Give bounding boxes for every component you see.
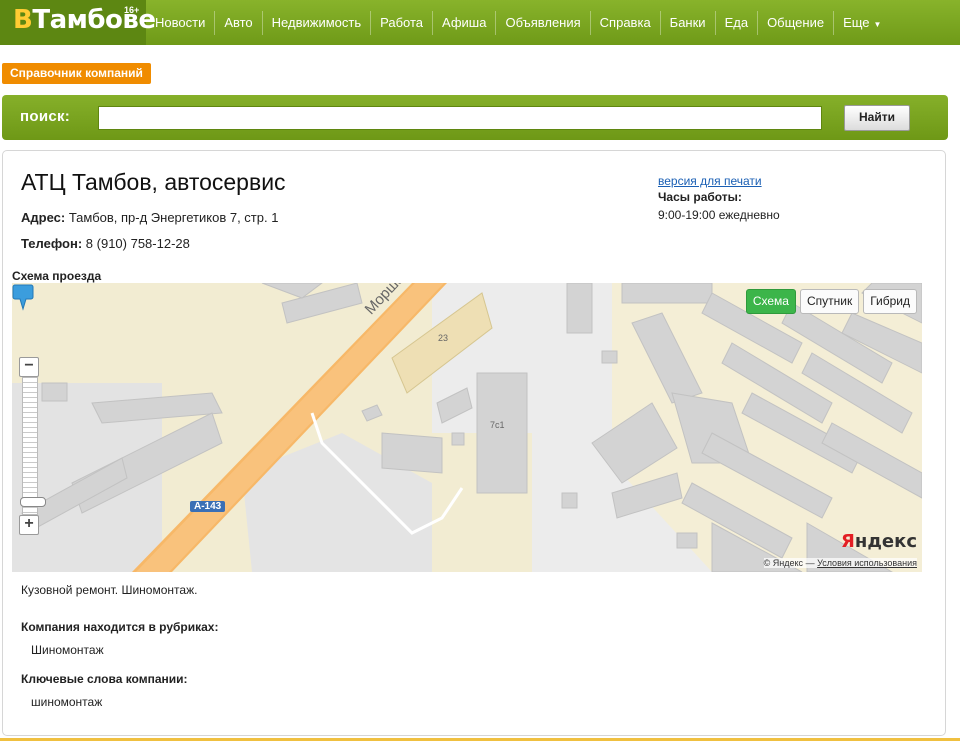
road-badge: А-143 [190, 501, 226, 512]
age-rating-badge: 16+ [124, 5, 140, 15]
terms-of-use-link[interactable]: Условия использования [817, 558, 917, 568]
hours-label: Часы работы: [658, 190, 742, 204]
address-value: Тамбов, пр-д Энергетиков 7, стр. 1 [68, 210, 279, 225]
zoom-out-button[interactable]: − [19, 357, 39, 377]
map-copyright: © Яндекс — Условия использования [763, 558, 917, 568]
nav-item-social[interactable]: Общение [757, 10, 833, 35]
print-version-link[interactable]: версия для печати [658, 174, 762, 188]
nav-item-banks[interactable]: Банки [659, 10, 715, 35]
zoom-slider-track[interactable] [20, 377, 46, 515]
search-button[interactable]: Найти [844, 105, 910, 131]
chevron-down-icon: ▼ [873, 19, 882, 29]
nav-item-realty[interactable]: Недвижимость [261, 10, 370, 35]
main-nav: Новости Авто Недвижимость Работа Афиша О… [146, 0, 890, 45]
yandex-logo: Яндекс [841, 531, 917, 552]
nav-item-auto[interactable]: Авто [214, 10, 261, 35]
phone-label: Телефон: [21, 236, 83, 251]
company-card: АТЦ Тамбов, автосервис Адрес: Тамбов, пр… [2, 150, 946, 736]
nav-item-events[interactable]: Афиша [432, 10, 495, 35]
rubric-item[interactable]: Шиномонтаж [31, 643, 104, 657]
address-label: Адрес: [21, 210, 66, 225]
zoom-slider-handle[interactable] [20, 497, 46, 507]
search-bar: поиск: Найти [2, 95, 948, 140]
phone-value: 8 (910) 758-12-28 [85, 236, 190, 251]
company-title: АТЦ Тамбов, автосервис [21, 169, 286, 195]
nav-item-food[interactable]: Еда [714, 10, 758, 35]
company-phone: Телефон: 8 (910) 758-12-28 [21, 236, 190, 251]
nav-item-reference[interactable]: Справка [589, 10, 660, 35]
house-number-7: 7с1 [490, 420, 505, 430]
map-tab-scheme[interactable]: Схема [745, 289, 796, 314]
keywords-title: Ключевые слова компании: [21, 672, 188, 686]
nav-item-classifieds[interactable]: Объявления [495, 10, 589, 35]
map-pin-icon[interactable] [12, 283, 34, 311]
company-description: Кузовной ремонт. Шиномонтаж. [21, 583, 198, 597]
company-address: Адрес: Тамбов, пр-д Энергетиков 7, стр. … [21, 210, 278, 225]
company-directory-link[interactable]: Справочник компаний [2, 63, 151, 84]
map-tab-satellite[interactable]: Спутник [799, 289, 860, 314]
map-type-switcher: Схема Спутник Гибрид [745, 289, 917, 314]
rubrics-title: Компания находится в рубриках: [21, 620, 219, 634]
hours-value: 9:00-19:00 ежедневно [658, 208, 780, 222]
nav-item-more[interactable]: Еще ▼ [833, 10, 890, 35]
zoom-in-button[interactable]: + [19, 515, 39, 535]
map-section-title: Схема проезда [12, 269, 102, 283]
map-canvas [12, 283, 922, 572]
map-tab-hybrid[interactable]: Гибрид [863, 289, 917, 314]
search-label: поиск: [20, 108, 71, 125]
nav-more-label: Еще [843, 14, 870, 30]
site-logo[interactable]: ВТамбове 16+ [0, 0, 156, 45]
top-navbar: ВТамбове 16+ Новости Авто Недвижимость Р… [0, 0, 960, 45]
keyword-item[interactable]: шиномонтаж [31, 695, 102, 709]
nav-item-jobs[interactable]: Работа [370, 10, 432, 35]
search-input[interactable] [98, 106, 822, 130]
house-number-23: 23 [438, 333, 449, 343]
map-widget[interactable]: Морша 23 7с1 А-143 Схема Спутник Гибрид … [12, 283, 922, 572]
zoom-control: − + [19, 357, 46, 535]
nav-item-news[interactable]: Новости [146, 11, 214, 35]
